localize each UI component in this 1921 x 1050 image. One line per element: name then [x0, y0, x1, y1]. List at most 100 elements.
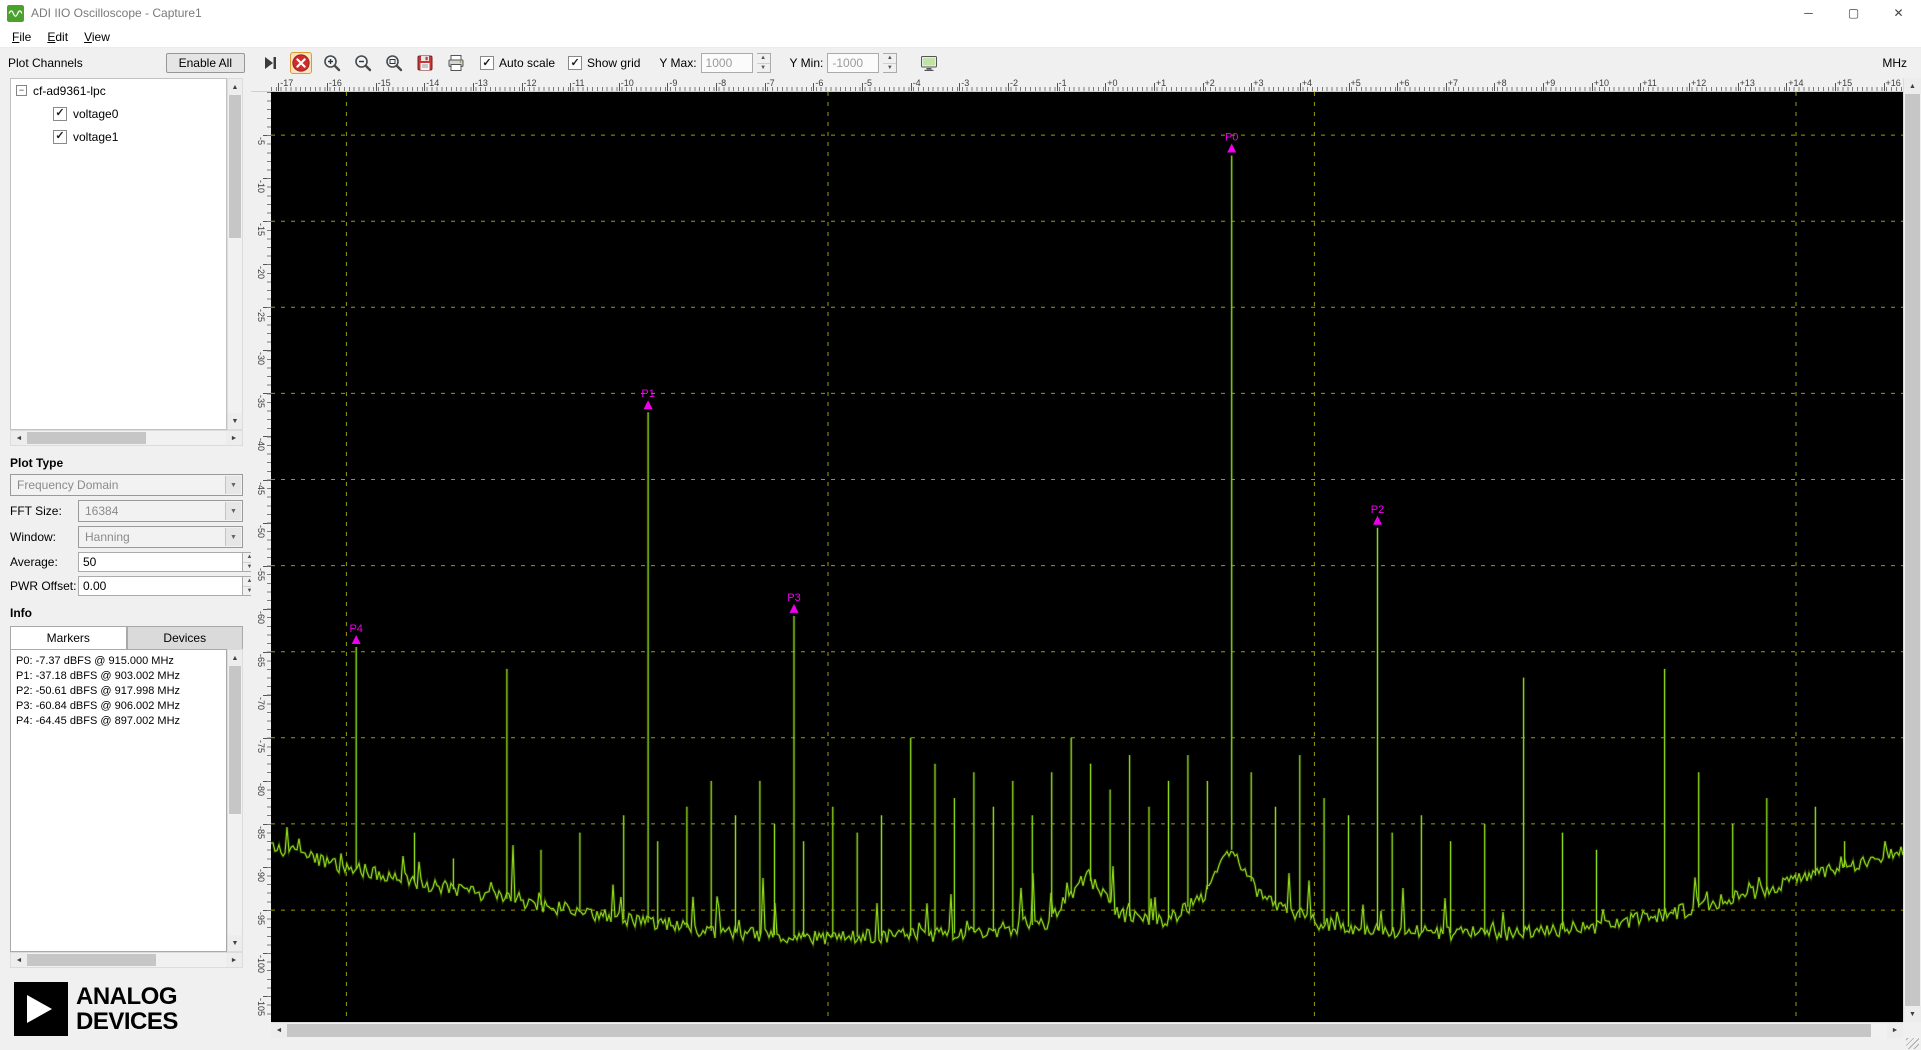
maximize-button[interactable]: ▢ — [1831, 0, 1876, 26]
y-tick — [263, 953, 271, 954]
y-tick — [263, 135, 271, 136]
scroll-thumb[interactable] — [229, 666, 241, 814]
plot-horizontal-scrollbar[interactable]: ◄ ► — [271, 1022, 1903, 1038]
y-tick — [263, 652, 271, 653]
new-plot-window-icon[interactable] — [918, 52, 940, 74]
close-button[interactable]: ✕ — [1876, 0, 1921, 26]
menu-view[interactable]: View — [76, 28, 118, 46]
scroll-down-icon[interactable]: ▼ — [228, 935, 242, 951]
x-tick — [1251, 83, 1252, 91]
channel-checkbox[interactable]: ✓ — [53, 107, 67, 121]
y-min-spinner: ▲▼ — [883, 53, 897, 73]
adi-triangle-icon — [14, 982, 68, 1036]
scroll-track[interactable] — [228, 666, 242, 935]
zoom-in-icon[interactable] — [321, 52, 343, 74]
scroll-right-icon[interactable]: ► — [226, 431, 242, 445]
scroll-left-icon[interactable]: ◄ — [11, 953, 27, 967]
tab-devices[interactable]: Devices — [127, 626, 244, 649]
x-tick — [716, 83, 717, 91]
channel-row[interactable]: ✓voltage1 — [11, 125, 226, 148]
title-bar[interactable]: ADI IIO Oscilloscope - Capture1 ─ ▢ ✕ — [0, 0, 1921, 26]
x-axis-ruler: -17-16-15-14-13-12-11-10-9-8-7-6-5-4-3-2… — [251, 78, 1903, 92]
scroll-track[interactable] — [27, 953, 226, 967]
y-tick-label: -10 — [256, 180, 266, 193]
tree-horizontal-scrollbar[interactable]: ◄ ► — [10, 430, 243, 446]
scroll-thumb[interactable] — [27, 954, 156, 966]
x-tick — [278, 83, 279, 91]
menu-edit[interactable]: Edit — [39, 28, 76, 46]
scroll-thumb[interactable] — [229, 95, 241, 238]
plot-type-value: Frequency Domain — [17, 478, 118, 492]
scroll-thumb[interactable] — [287, 1024, 1871, 1037]
main-area: − cf-ad9361-lpc ✓voltage0✓voltage1 ▲ ▼ ◄… — [0, 78, 1921, 1050]
stop-capture-icon[interactable] — [290, 52, 312, 74]
x-tick — [667, 83, 668, 91]
menu-file[interactable]: File — [4, 28, 39, 46]
enable-all-button[interactable]: Enable All — [166, 53, 245, 73]
x-tick — [473, 83, 474, 91]
scroll-up-icon[interactable]: ▲ — [228, 79, 242, 95]
y-tick-label: -35 — [256, 395, 266, 408]
x-tick-label: +5 — [1351, 78, 1361, 88]
save-icon[interactable] — [414, 52, 436, 74]
scroll-up-icon[interactable]: ▲ — [228, 650, 242, 666]
info-horizontal-scrollbar[interactable]: ◄ ► — [10, 952, 243, 968]
scroll-track[interactable] — [287, 1023, 1887, 1038]
scroll-right-icon[interactable]: ► — [226, 953, 242, 967]
toolbar-icons: ✓ Auto scale ✓ Show grid Y Max: ▲▼ Y Min… — [251, 52, 1921, 74]
channel-row[interactable]: ✓voltage0 — [11, 102, 226, 125]
scroll-down-icon[interactable]: ▼ — [228, 413, 242, 429]
scroll-left-icon[interactable]: ◄ — [11, 431, 27, 445]
average-input[interactable] — [78, 552, 243, 572]
device-label: cf-ad9361-lpc — [33, 84, 106, 98]
x-tick — [959, 83, 960, 91]
auto-scale-checkbox[interactable]: ✓ — [480, 56, 494, 70]
plot-vertical-scrollbar[interactable]: ▲ ▼ — [1903, 78, 1921, 1022]
channel-checkbox[interactable]: ✓ — [53, 130, 67, 144]
y-tick-label: -95 — [256, 912, 266, 925]
auto-scale-label: Auto scale — [499, 56, 555, 70]
scroll-track[interactable] — [1904, 94, 1921, 1006]
x-tick-label: -2 — [1010, 78, 1018, 88]
pwr-offset-input[interactable] — [78, 576, 243, 596]
zoom-fit-icon[interactable] — [383, 52, 405, 74]
scroll-track[interactable] — [228, 95, 242, 413]
x-tick-label: -10 — [621, 78, 634, 88]
plot-type-dropdown: Frequency Domain ▼ — [10, 474, 243, 496]
tree-vertical-scrollbar[interactable]: ▲ ▼ — [227, 78, 243, 430]
x-tick — [1397, 83, 1398, 91]
minimize-button[interactable]: ─ — [1786, 0, 1831, 26]
scroll-left-icon[interactable]: ◄ — [271, 1023, 287, 1038]
x-tick-label: -15 — [378, 78, 391, 88]
y-tick — [263, 867, 271, 868]
menu-bar: File Edit View — [0, 26, 1921, 48]
scroll-up-icon[interactable]: ▲ — [1904, 78, 1921, 94]
capture-play-icon[interactable] — [259, 52, 281, 74]
spin-up-icon: ▲ — [883, 54, 896, 63]
print-icon[interactable] — [445, 52, 467, 74]
scroll-thumb[interactable] — [1905, 94, 1920, 1006]
window-label: Window: — [10, 530, 78, 544]
plot-canvas[interactable]: P0P1P2P3P4 — [271, 92, 1903, 1022]
x-tick — [1640, 83, 1641, 91]
x-tick-label: -7 — [767, 78, 775, 88]
collapse-expander-icon[interactable]: − — [16, 85, 27, 96]
y-tick — [263, 695, 271, 696]
scroll-right-icon[interactable]: ► — [1887, 1023, 1903, 1038]
channel-tree[interactable]: − cf-ad9361-lpc ✓voltage0✓voltage1 — [10, 78, 227, 430]
zoom-out-icon[interactable] — [352, 52, 374, 74]
scroll-track[interactable] — [27, 431, 226, 445]
scroll-thumb[interactable] — [27, 432, 146, 444]
fft-size-dropdown: 16384 ▼ — [78, 500, 243, 522]
info-vertical-scrollbar[interactable]: ▲ ▼ — [227, 649, 243, 952]
resize-grip[interactable] — [1906, 1038, 1919, 1049]
check-icon: ✓ — [55, 108, 64, 119]
device-row[interactable]: − cf-ad9361-lpc — [11, 79, 226, 102]
y-tick-label: -50 — [256, 525, 266, 538]
show-grid-checkbox[interactable]: ✓ — [568, 56, 582, 70]
scroll-down-icon[interactable]: ▼ — [1904, 1006, 1921, 1022]
spin-down-icon: ▼ — [757, 63, 770, 73]
y-tick-label: -55 — [256, 568, 266, 581]
x-tick — [376, 83, 377, 91]
tab-markers[interactable]: Markers — [10, 626, 127, 649]
